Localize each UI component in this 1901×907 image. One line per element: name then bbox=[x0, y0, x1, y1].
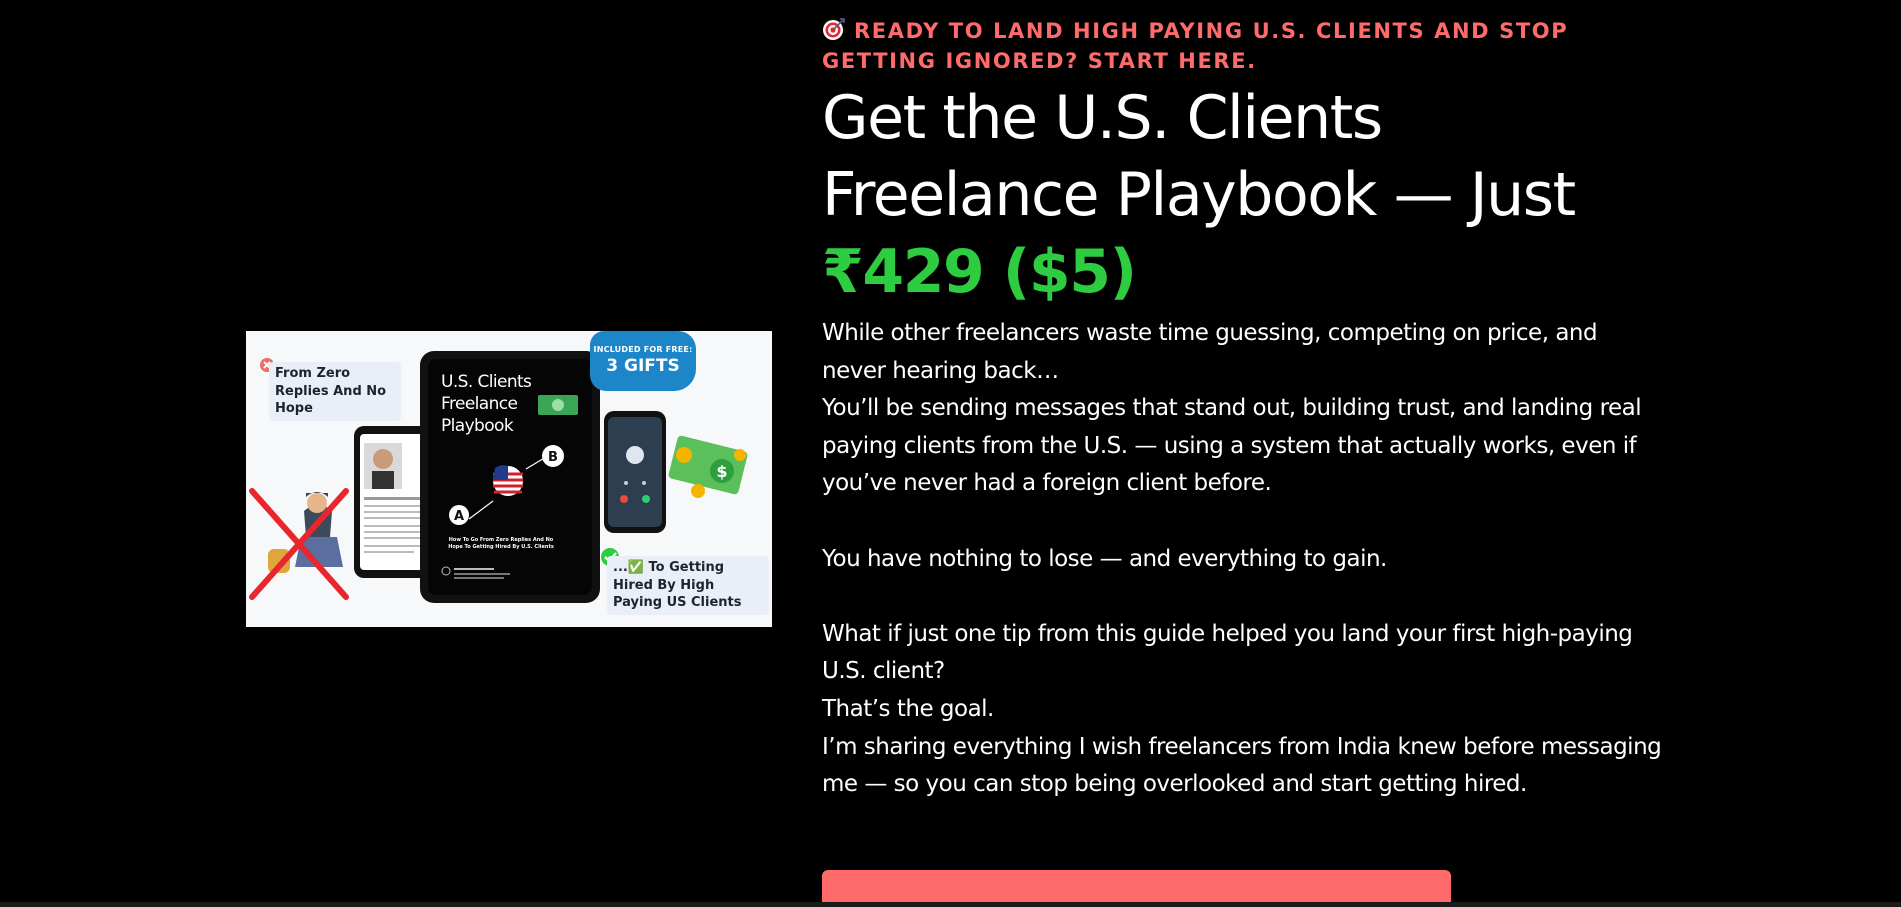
eyebrow-label: READY TO LAND HIGH PAYING U.S. CLIENTS A… bbox=[822, 19, 1569, 73]
eyebrow-text: READY TO LAND HIGH PAYING U.S. CLIENTS A… bbox=[822, 16, 1642, 76]
caption-from-zero: From Zero Replies And No Hope bbox=[269, 362, 401, 421]
page-title: Get the U.S. Clients Freelance Playbook … bbox=[822, 80, 1702, 311]
dollar-bill-icon bbox=[538, 395, 578, 415]
tablet-subtitle: How To Go From Zero Replies And No Hope … bbox=[448, 537, 554, 550]
headline-line-1: Get the U.S. Clients bbox=[822, 83, 1383, 153]
landing-page: A B $ INCLUDED FOR FREE: 3 GIFTS U.S. Cl… bbox=[0, 0, 1901, 907]
body-copy: While other freelancers waste time guess… bbox=[822, 315, 1662, 804]
bottom-bar bbox=[0, 902, 1901, 907]
gifts-badge: INCLUDED FOR FREE: 3 GIFTS bbox=[590, 331, 696, 391]
gifts-badge-count: 3 GIFTS bbox=[606, 356, 680, 376]
svg-text:$: $ bbox=[716, 462, 727, 481]
target-icon bbox=[823, 18, 845, 40]
headline-line-2: Freelance Playbook — Just bbox=[822, 160, 1576, 230]
point-b-label: B bbox=[548, 450, 558, 465]
paragraph-benefit: You’ll be sending messages that stand ou… bbox=[822, 395, 1642, 497]
paragraph-question: What if just one tip from this guide hel… bbox=[822, 620, 1633, 685]
gifts-badge-small: INCLUDED FOR FREE: bbox=[593, 345, 693, 354]
paragraph-intro: While other freelancers waste time guess… bbox=[822, 320, 1598, 384]
tablet-title: U.S. Clients Freelance Playbook bbox=[441, 372, 532, 436]
paragraph-nothing-to-lose: You have nothing to lose — and everythin… bbox=[822, 545, 1387, 572]
point-a-label: A bbox=[454, 509, 464, 524]
caption-getting-hired: ...✅ To Getting Hired By High Paying US … bbox=[607, 556, 769, 615]
price-label: ₹429 ($5) bbox=[822, 237, 1137, 307]
paragraph-goal: That’s the goal. bbox=[822, 695, 994, 722]
paragraph-sharing: I’m sharing everything I wish freelancer… bbox=[822, 733, 1662, 798]
product-image: A B $ INCLUDED FOR FREE: 3 GIFTS U.S. Cl… bbox=[246, 331, 772, 627]
phone-icon bbox=[604, 411, 666, 533]
